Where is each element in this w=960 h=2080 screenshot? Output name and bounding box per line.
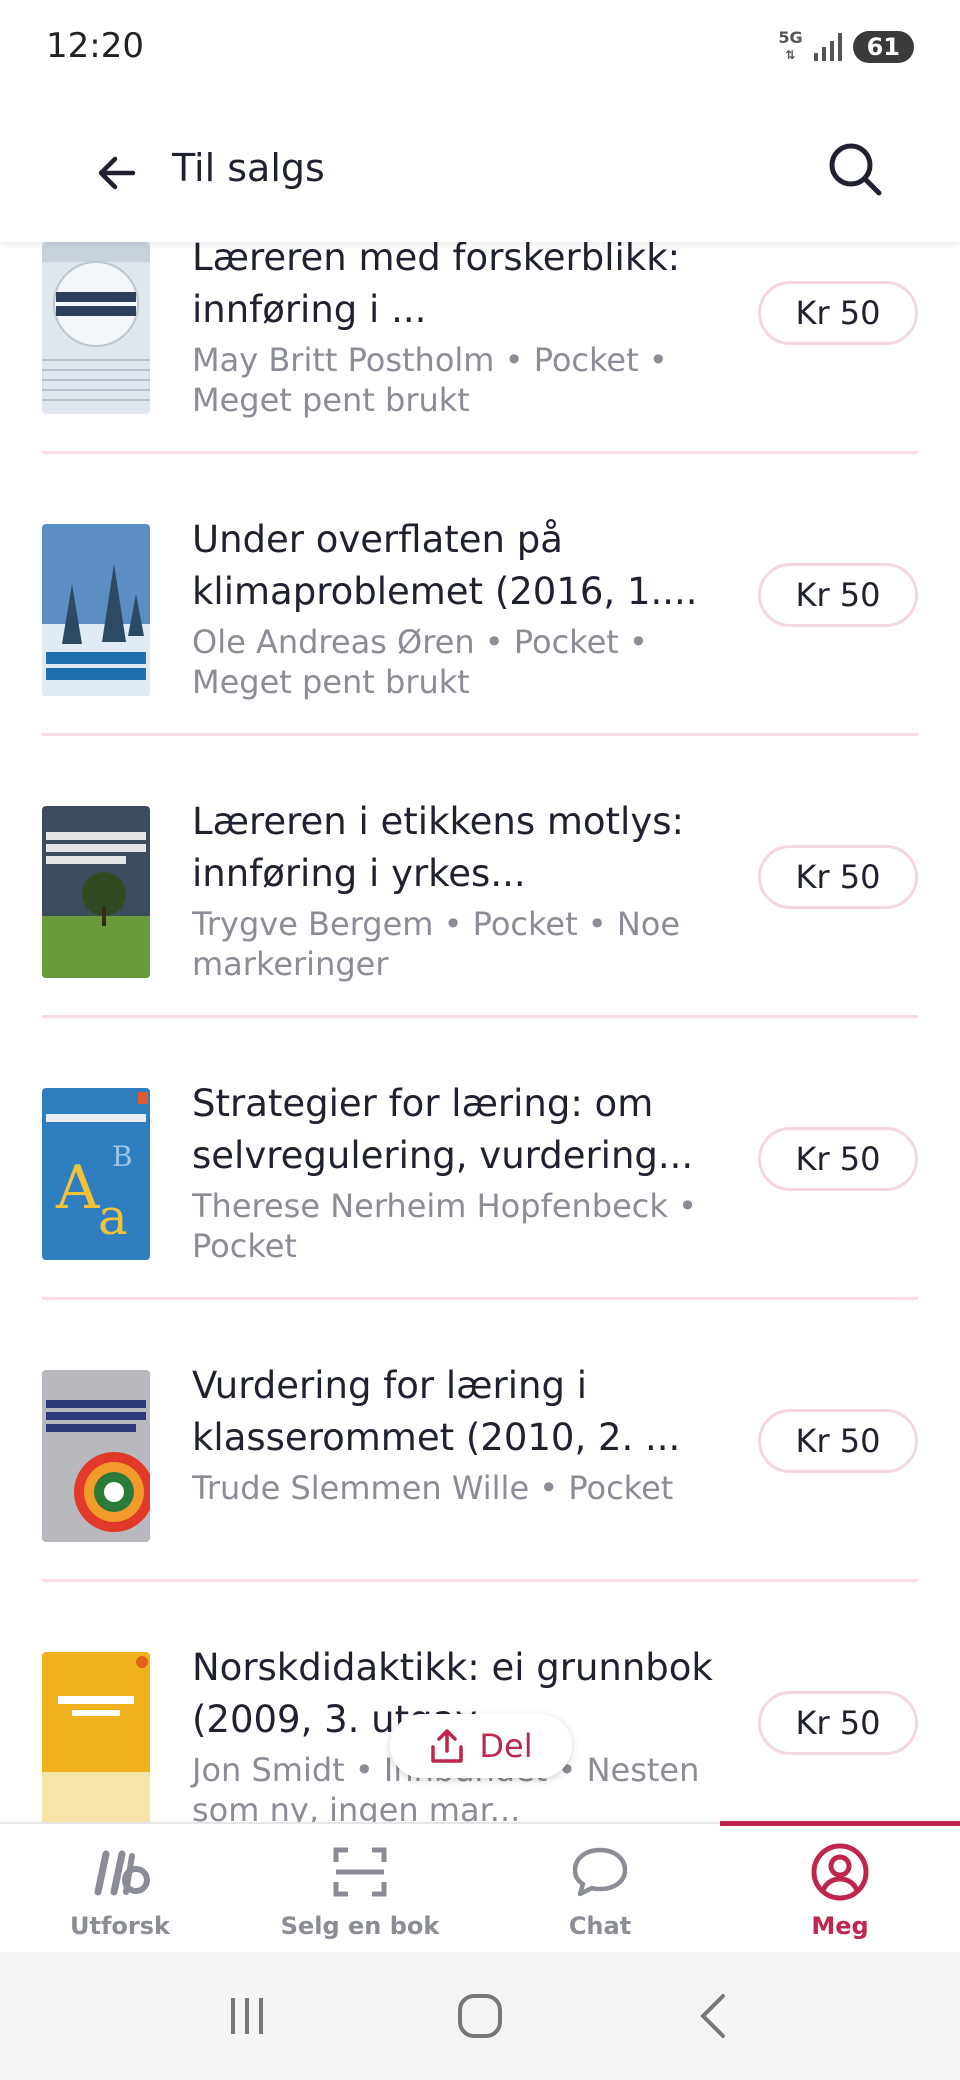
book-list[interactable]: Læreren med forskerblikk: innføring i ..… <box>0 242 960 1822</box>
book-cover <box>42 524 150 696</box>
book-cover <box>42 242 150 414</box>
system-back-button[interactable] <box>673 1976 753 2056</box>
back-button[interactable] <box>82 138 152 208</box>
book-title: Under overflaten på klimaproblemet (2016… <box>192 518 698 613</box>
signal-icon <box>813 32 842 61</box>
book-list-item[interactable]: Vurdering for læring i klasserommet (201… <box>42 1300 918 1582</box>
nav-item-chat[interactable]: Chat <box>480 1824 720 1952</box>
book-title: Læreren med forskerblikk: innføring i ..… <box>192 242 681 331</box>
book-title: Strategier for læring: om selvregulering… <box>192 1082 694 1177</box>
price-button[interactable]: Kr 50 <box>758 563 918 627</box>
svg-text:B: B <box>112 1140 133 1173</box>
recent-apps-button[interactable] <box>207 1976 287 2056</box>
svg-text:a: a <box>98 1188 128 1246</box>
battery-level: 61 <box>866 32 900 61</box>
search-icon <box>829 143 882 196</box>
price-button[interactable]: Kr 50 <box>758 1409 918 1473</box>
price-button[interactable]: Kr 50 <box>758 281 918 345</box>
book-meta: Ole Andreas Øren • Pocket • Meget pent b… <box>192 623 648 701</box>
nav-item-utforsk[interactable]: Utforsk <box>0 1824 240 1952</box>
status-bar: 12:20 5G ⇅ 61 <box>0 0 960 100</box>
logo-icon <box>88 1842 152 1902</box>
status-icons: 5G ⇅ 61 <box>778 30 914 63</box>
app-header: Til salgs <box>0 100 960 242</box>
book-list-item[interactable]: Under overflaten på klimaproblemet (2016… <box>42 454 918 736</box>
book-meta: May Britt Postholm • Pocket • Meget pent… <box>192 341 668 419</box>
book-cover <box>42 1370 150 1542</box>
book-list-item[interactable]: Læreren i etikkens motlys: innføring i y… <box>42 736 918 1018</box>
profile-icon <box>810 1842 870 1902</box>
chevron-left-icon <box>700 1994 726 2038</box>
nav-label: Utforsk <box>70 1912 170 1940</box>
nav-label: Selg en bok <box>280 1912 440 1940</box>
nav-item-meg[interactable]: Meg <box>720 1821 960 1952</box>
book-cover <box>42 806 150 978</box>
page-title: Til salgs <box>172 146 325 190</box>
book-meta: Trude Slemmen Wille • Pocket <box>192 1469 674 1507</box>
home-icon <box>457 1994 502 2038</box>
share-label: Del <box>479 1727 533 1765</box>
chat-icon <box>571 1842 629 1902</box>
nav-label: Meg <box>811 1912 869 1940</box>
price-button[interactable]: Kr 50 <box>758 1691 918 1755</box>
book-list-item[interactable]: Norskdidaktikk: ei grunnbok (2009, 3. ut… <box>42 1582 918 1822</box>
network-label: 5G <box>778 28 803 47</box>
price-button[interactable]: Kr 50 <box>758 1127 918 1191</box>
book-meta: Trygve Bergem • Pocket • Noe markeringer <box>192 905 681 983</box>
battery-indicator: 61 <box>852 30 914 63</box>
book-meta: Therese Nerheim Hopfenbeck • Pocket <box>192 1187 697 1265</box>
nav-item-selg-en-bok[interactable]: Selg en bok <box>240 1824 480 1952</box>
scan-icon <box>332 1842 388 1902</box>
share-icon <box>431 1729 464 1763</box>
search-button[interactable] <box>820 134 890 204</box>
svg-text:A: A <box>55 1153 100 1223</box>
arrow-left-icon <box>98 156 136 190</box>
status-time: 12:20 <box>46 26 144 66</box>
network-indicator: 5G ⇅ <box>778 28 803 63</box>
book-cover: A a B <box>42 1088 150 1260</box>
book-title: Læreren i etikkens motlys: innføring i y… <box>192 800 684 895</box>
recent-apps-icon <box>230 1998 263 2034</box>
book-list-item[interactable]: A a B Strategier for læring: om selvregu… <box>42 1018 918 1300</box>
book-list-item[interactable]: Læreren med forskerblikk: innføring i ..… <box>42 242 918 454</box>
nav-label: Chat <box>568 1912 632 1940</box>
bottom-nav: Utforsk Selg en bok Chat Meg <box>0 1821 960 1952</box>
price-button[interactable]: Kr 50 <box>758 845 918 909</box>
book-title: Vurdering for læring i klasserommet (201… <box>192 1364 681 1459</box>
share-button[interactable]: Del <box>390 1714 572 1778</box>
book-cover <box>42 1652 150 1822</box>
home-button[interactable] <box>440 1976 520 2056</box>
system-nav <box>0 1952 960 2080</box>
